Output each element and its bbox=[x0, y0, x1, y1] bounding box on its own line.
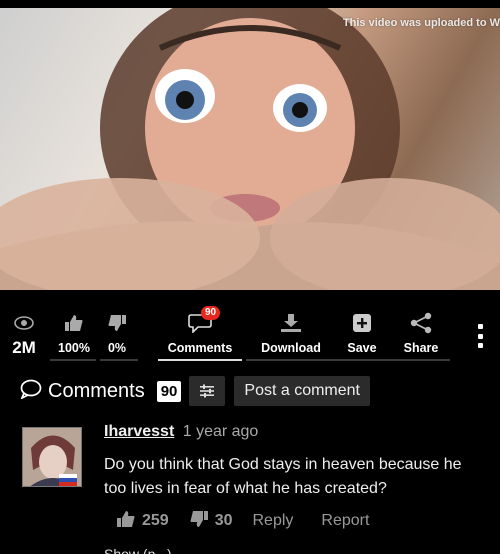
report-button[interactable]: Report bbox=[321, 512, 369, 530]
like-ratio-bar bbox=[50, 359, 96, 361]
reply-button[interactable]: Reply bbox=[253, 512, 294, 530]
comments-count-badge: 90 bbox=[201, 306, 221, 320]
video-player[interactable]: This video was uploaded to W bbox=[0, 8, 500, 290]
video-actions-bar: 2M 100% 0% 90 Comments Download Save Sha… bbox=[0, 306, 500, 364]
speech-bubble-icon bbox=[20, 379, 42, 404]
comment-time: 1 year ago bbox=[182, 423, 259, 440]
comments-header: Comments 90 Post a comment bbox=[20, 375, 490, 407]
dislike-percent: 0% bbox=[107, 341, 127, 355]
share-button[interactable]: Share bbox=[398, 312, 444, 355]
save-button[interactable]: Save bbox=[342, 312, 382, 355]
comments-tab-button[interactable]: 90 Comments bbox=[164, 306, 236, 355]
download-button[interactable]: Download bbox=[256, 312, 326, 355]
plus-square-icon bbox=[352, 312, 372, 334]
speech-bubble-icon: 90 bbox=[188, 306, 221, 334]
eye-icon bbox=[14, 312, 34, 334]
comment-actions: 259 30 Reply Report bbox=[116, 508, 397, 534]
thumbs-down-icon[interactable] bbox=[189, 510, 209, 533]
kebab-menu-icon[interactable] bbox=[478, 324, 484, 348]
comment-downvotes: 30 bbox=[214, 512, 233, 529]
comments-label: Comments bbox=[167, 341, 233, 355]
sliders-icon[interactable] bbox=[189, 376, 226, 406]
dislike-ratio-bar bbox=[100, 359, 138, 361]
comment-upvotes: 259 bbox=[142, 512, 169, 529]
share-icon bbox=[409, 312, 433, 334]
comments-title: Comments bbox=[48, 379, 145, 402]
ru-flag-icon bbox=[59, 474, 77, 486]
next-comment-fragment: Show (p...) bbox=[104, 546, 172, 554]
save-label: Save bbox=[347, 341, 377, 355]
video-watermark: This video was uploaded to W bbox=[342, 17, 500, 29]
thumbs-up-icon[interactable] bbox=[116, 510, 136, 533]
post-comment-button[interactable]: Post a comment bbox=[234, 376, 370, 406]
dislike-button[interactable]: 0% bbox=[104, 312, 130, 355]
comments-count: 90 bbox=[156, 380, 182, 402]
comment-username[interactable]: Iharvesst bbox=[104, 423, 174, 440]
views-count: 2M bbox=[12, 338, 36, 357]
like-button[interactable]: 100% bbox=[56, 312, 92, 355]
avatar[interactable] bbox=[22, 427, 82, 487]
comments-tab-underline bbox=[158, 359, 242, 361]
thumbs-up-icon bbox=[64, 312, 84, 334]
like-percent: 100% bbox=[58, 341, 90, 355]
actions-divider bbox=[246, 359, 450, 361]
video-frame bbox=[0, 8, 500, 290]
thumbs-down-icon bbox=[107, 312, 127, 334]
download-label: Download bbox=[261, 341, 321, 355]
views-stat: 2M bbox=[10, 312, 38, 358]
comment-meta: Iharvesst 1 year ago bbox=[104, 423, 258, 441]
share-label: Share bbox=[403, 341, 439, 355]
download-icon bbox=[280, 312, 302, 334]
comment-text: Do you think that God stays in heaven be… bbox=[104, 456, 462, 497]
